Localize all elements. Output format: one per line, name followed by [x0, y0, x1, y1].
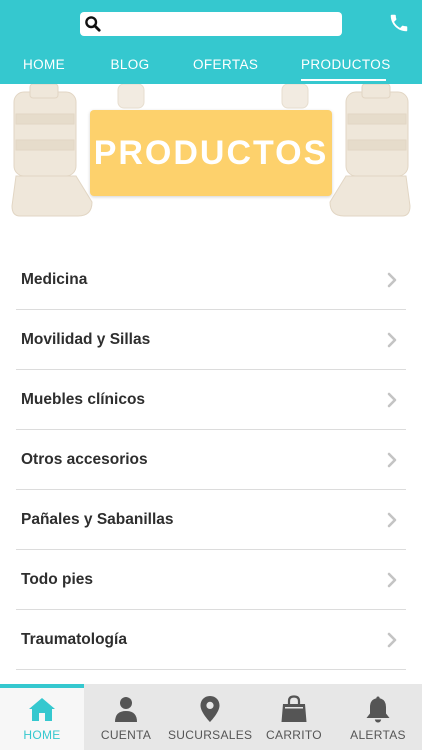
products-banner: PRODUCTOS	[0, 84, 422, 224]
tab-label: ALERTAS	[350, 728, 406, 742]
category-label: Todo pies	[21, 571, 94, 588]
nav-blog[interactable]: BLOG	[110, 54, 150, 84]
chevron-right-icon	[387, 392, 397, 408]
map-pin-icon	[200, 696, 220, 722]
category-label: Medicina	[21, 271, 88, 288]
search-input[interactable]	[106, 14, 336, 34]
category-label: Traumatología	[21, 631, 127, 648]
shopping-bag-icon	[281, 695, 307, 722]
tab-carrito[interactable]: CARRITO	[252, 684, 336, 750]
tab-label: CARRITO	[266, 728, 322, 742]
chevron-right-icon	[387, 512, 397, 528]
app-header: HOME BLOG OFERTAS PRODUCTOS	[0, 0, 422, 84]
tab-cuenta[interactable]: CUENTA	[84, 684, 168, 750]
banner-title-box: PRODUCTOS	[90, 110, 332, 196]
tab-alertas[interactable]: ALERTAS	[336, 684, 420, 750]
tab-home[interactable]: HOME	[0, 684, 84, 750]
nav-ofertas[interactable]: OFERTAS	[193, 54, 258, 84]
category-label: Movilidad y Sillas	[21, 331, 151, 348]
category-item-muebles[interactable]: Muebles clínicos	[16, 370, 406, 430]
category-label: Otros accesorios	[21, 451, 148, 468]
category-list: Medicina Movilidad y Sillas Muebles clín…	[16, 250, 406, 670]
search-icon	[85, 16, 101, 32]
banner-title: PRODUCTOS	[93, 134, 329, 172]
bottom-tab-bar: HOME CUENTA SUCURSALES CARRITO ALERTAS	[0, 684, 422, 750]
tab-label: HOME	[23, 728, 61, 742]
category-item-todo-pies[interactable]: Todo pies	[16, 550, 406, 610]
chevron-right-icon	[387, 332, 397, 348]
category-item-panales[interactable]: Pañales y Sabanillas	[16, 490, 406, 550]
home-icon	[29, 698, 55, 721]
tab-sucursales[interactable]: SUCURSALES	[168, 684, 252, 750]
bell-icon	[366, 696, 390, 723]
tab-label: SUCURSALES	[168, 728, 253, 742]
chevron-right-icon	[387, 632, 397, 648]
category-item-movilidad[interactable]: Movilidad y Sillas	[16, 310, 406, 370]
category-label: Pañales y Sabanillas	[21, 511, 174, 528]
category-item-traumatologia[interactable]: Traumatología	[16, 610, 406, 670]
chevron-right-icon	[387, 572, 397, 588]
tab-active-indicator	[0, 684, 84, 688]
nav-productos[interactable]: PRODUCTOS	[301, 54, 390, 84]
chevron-right-icon	[387, 452, 397, 468]
tab-label: CUENTA	[100, 728, 152, 742]
phone-icon[interactable]	[388, 12, 410, 34]
nav-home[interactable]: HOME	[22, 54, 66, 84]
category-item-otros[interactable]: Otros accesorios	[16, 430, 406, 490]
user-icon	[115, 697, 137, 722]
category-item-medicina[interactable]: Medicina	[16, 250, 406, 310]
search-bar[interactable]	[80, 12, 342, 36]
category-label: Muebles clínicos	[21, 391, 146, 408]
top-nav: HOME BLOG OFERTAS PRODUCTOS	[0, 54, 422, 84]
chevron-right-icon	[387, 272, 397, 288]
